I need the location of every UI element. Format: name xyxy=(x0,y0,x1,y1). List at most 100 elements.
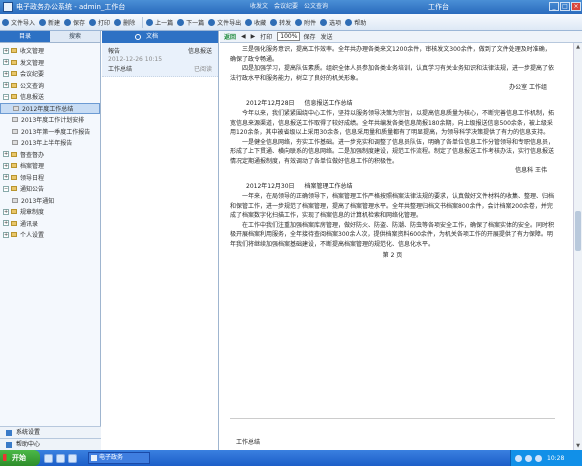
page-break xyxy=(230,418,555,419)
media-icon[interactable] xyxy=(68,453,77,463)
help-center-link[interactable]: 帮助中心 xyxy=(0,438,101,450)
tab-catalog[interactable]: 目录 xyxy=(0,31,50,42)
back-button[interactable]: 返回 xyxy=(224,32,236,41)
settings-link[interactable]: 系统设置 xyxy=(0,426,101,438)
next-page-button[interactable]: ▶ xyxy=(251,33,256,40)
tree-folder[interactable]: + 规章制度 xyxy=(0,206,100,218)
tree-folder[interactable]: + 公文查询 xyxy=(0,80,100,92)
expand-icon[interactable]: + xyxy=(3,70,9,77)
new-button[interactable]: 新建 xyxy=(39,18,60,27)
expand-icon[interactable]: + xyxy=(3,82,9,89)
scroll-up-icon[interactable]: ▲ xyxy=(575,44,581,50)
attachment-icon xyxy=(295,18,303,26)
favorite-button[interactable]: 收藏 xyxy=(245,18,266,27)
title-tab[interactable]: 收发文 xyxy=(250,1,268,10)
close-button[interactable]: × xyxy=(571,2,581,11)
doc-send-button[interactable]: 发送 xyxy=(320,32,332,41)
expand-icon[interactable]: + xyxy=(3,151,9,158)
tree-folder[interactable]: + 收文管理 xyxy=(0,45,100,57)
section-heading: 2012年12月30日 档案管理工作总结 xyxy=(246,183,353,190)
collapse-icon[interactable]: − xyxy=(3,93,9,100)
tree-item[interactable]: 2013年度工作计划安排 xyxy=(0,114,100,126)
delete-button[interactable]: 删除 xyxy=(114,18,135,27)
expand-icon[interactable]: + xyxy=(3,162,9,169)
paragraph: 三是强化服务意识，提高工作效率。全年共办理各类来文1200余件，审核发文300余… xyxy=(230,46,551,63)
expand-icon[interactable]: + xyxy=(3,47,9,54)
expand-icon[interactable]: + xyxy=(3,220,9,227)
scroll-down-icon[interactable]: ▼ xyxy=(575,443,581,449)
sidebar: 目录 搜索 + 收文管理 + 发文管理 + 会议纪要 + 公文查询 − 信息报送 2012年度工作总… xyxy=(0,31,101,450)
tree-folder[interactable]: + 档案管理 xyxy=(0,160,100,172)
list-item[interactable]: 報告 信息报送 2012-12-26 10:15 工作总结 已阅读 xyxy=(102,43,218,77)
tree-label: 信息报送 xyxy=(20,94,45,102)
tree-folder[interactable]: + 会议纪要 xyxy=(0,68,100,80)
start-button[interactable]: 开始 xyxy=(0,450,40,466)
next-page-text: 工作总结 xyxy=(236,439,261,446)
attachment-button[interactable]: 附件 xyxy=(295,18,316,27)
tab-search[interactable]: 搜索 xyxy=(50,31,100,42)
expand-icon[interactable]: + xyxy=(3,208,9,215)
expand-icon[interactable]: + xyxy=(3,174,9,181)
title-tab[interactable]: 会议纪要 xyxy=(274,1,298,10)
doc-save-button[interactable]: 保存 xyxy=(303,32,315,41)
import-button[interactable]: 文件导入 xyxy=(2,18,35,27)
paragraph: 四是加强学习，提高队伍素质。组织全体人员参加各类业务培训，认真学习有关业务知识和… xyxy=(230,65,555,82)
tree-label: 2013年度工作计划安排 xyxy=(21,117,85,125)
tree-folder[interactable]: − 通知公告 xyxy=(0,183,100,195)
tree-label: 通知公告 xyxy=(20,186,45,194)
clock[interactable]: 10:28 xyxy=(547,455,564,462)
tree-item[interactable]: 2012年度工作总结 xyxy=(0,102,100,114)
scroll-thumb[interactable] xyxy=(575,211,581,251)
options-button[interactable]: 选项 xyxy=(320,18,341,27)
browser-icon[interactable] xyxy=(56,453,65,463)
expand-icon[interactable]: + xyxy=(3,231,9,238)
tree-folder[interactable]: + 通讯录 xyxy=(0,218,100,230)
expand-icon[interactable]: + xyxy=(3,59,9,66)
volume-icon[interactable] xyxy=(525,454,532,462)
tree-label: 档案管理 xyxy=(20,163,45,171)
prev-button[interactable]: 上一篇 xyxy=(146,18,173,27)
tree-folder[interactable]: + 个人设置 xyxy=(0,229,100,241)
tree-item[interactable]: 2013年第一季度工作报告 xyxy=(0,126,100,138)
title-tab[interactable]: 公文查询 xyxy=(304,1,328,10)
vertical-scrollbar[interactable]: ▲ ▼ xyxy=(573,43,582,450)
windows-logo-icon xyxy=(3,454,10,461)
document-viewer: 返回 ◀ ▶ 打印 100% 保存 发送 三是强化服务意识，提高工作效率。全年共… xyxy=(220,31,582,450)
folder-icon xyxy=(11,232,17,238)
folder-icon xyxy=(11,163,17,169)
tree-item[interactable]: 2013年通知 xyxy=(0,195,100,207)
tree-folder[interactable]: + 发文管理 xyxy=(0,57,100,69)
print-button[interactable]: 打印 xyxy=(89,18,110,27)
item-status: 已阅读 xyxy=(193,66,212,73)
doc-print-button[interactable]: 打印 xyxy=(260,32,272,41)
export-icon xyxy=(208,18,216,26)
help-button[interactable]: 帮助 xyxy=(345,18,366,27)
tree-folder[interactable]: − 信息报送 xyxy=(0,91,100,103)
collapse-icon[interactable]: − xyxy=(3,185,9,192)
next-button[interactable]: 下一篇 xyxy=(177,18,204,27)
network-icon[interactable] xyxy=(515,454,522,462)
tree-label: 规章制度 xyxy=(20,209,45,217)
tree-label: 会议纪要 xyxy=(20,71,45,79)
tree-folder[interactable]: + 督查督办 xyxy=(0,149,100,161)
next-icon xyxy=(177,18,185,26)
maximize-button[interactable]: □ xyxy=(560,2,570,11)
tree-label: 公文查询 xyxy=(20,82,45,90)
zoom-field[interactable]: 100% xyxy=(277,32,301,41)
forward-button[interactable]: 转发 xyxy=(270,18,291,27)
export-button[interactable]: 文件导出 xyxy=(208,18,241,27)
page-number: 第 2 页 xyxy=(382,252,403,259)
security-icon[interactable] xyxy=(535,454,542,462)
save-button[interactable]: 保存 xyxy=(64,18,85,27)
folder-icon xyxy=(11,174,17,180)
taskbar-app-button[interactable]: 电子政务 xyxy=(88,452,150,464)
desktop-icon[interactable] xyxy=(44,453,53,463)
minimize-button[interactable]: _ xyxy=(549,2,559,11)
tree-folder[interactable]: + 领导日程 xyxy=(0,172,100,184)
document-page: 三是强化服务意识，提高工作效率。全年共办理各类来文1200余件，审核发文300余… xyxy=(230,45,555,417)
tree-item[interactable]: 2013年上半年报告 xyxy=(0,137,100,149)
tree-label: 收文管理 xyxy=(20,48,45,56)
user-label[interactable]: 工作台 xyxy=(428,2,449,12)
prev-page-button[interactable]: ◀ xyxy=(241,33,246,40)
signature: 办公室 工作组 xyxy=(509,84,547,91)
